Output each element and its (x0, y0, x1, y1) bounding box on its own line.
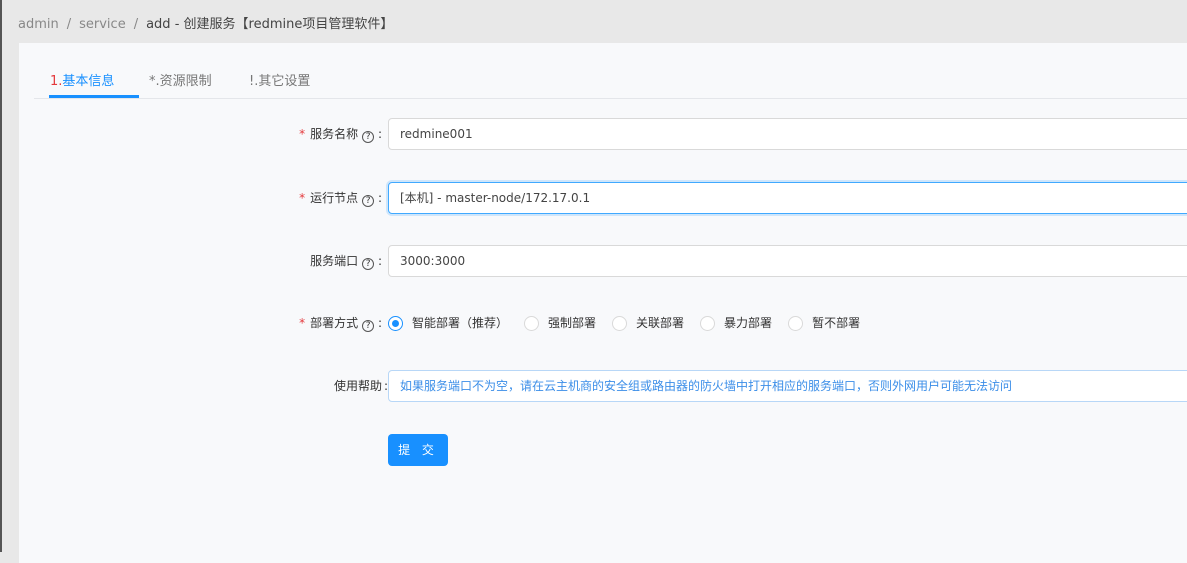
help-icon[interactable]: ? (362, 320, 375, 332)
radio-none[interactable]: 暂不部署 (788, 307, 860, 339)
radio-linked[interactable]: 关联部署 (612, 307, 684, 339)
help-icon[interactable]: ? (362, 195, 375, 207)
radio-brute[interactable]: 暴力部署 (700, 307, 772, 339)
node-select[interactable]: [本机] - master-node/172.17.0.1 (388, 182, 1187, 214)
tab-ink-bar (49, 95, 139, 98)
radio-smart[interactable]: 智能部署（推荐） (388, 307, 508, 339)
tab-resource-limits[interactable]: *.资源限制 (149, 70, 212, 89)
tab-bar: 1.基本信息 *.资源限制 !.其它设置 (34, 43, 1187, 99)
radio-force[interactable]: 强制部署 (524, 307, 596, 339)
breadcrumb-admin[interactable]: admin (18, 17, 59, 32)
port-input[interactable]: 3000:3000 (388, 245, 1187, 277)
service-name-input[interactable]: redmine001 (388, 118, 1187, 150)
breadcrumb-current: add - 创建服务【redmine项目管理软件】 (146, 17, 394, 32)
help-icon[interactable]: ? (362, 258, 375, 270)
main-card: 1.基本信息 *.资源限制 !.其它设置 * 服务名称? : redmine001… (19, 43, 1187, 563)
tab-other-settings[interactable]: !.其它设置 (249, 70, 310, 89)
help-icon[interactable]: ? (362, 131, 375, 143)
tab-basic-info[interactable]: 1.基本信息 (50, 70, 114, 89)
deploy-radio-group: 智能部署（推荐） 强制部署 关联部署 暴力部署 暂不部署 (388, 307, 876, 339)
breadcrumb: admin / service / add - 创建服务【redmine项目管理软件】 (18, 17, 394, 32)
help-text: 如果服务端口不为空，请在云主机商的安全组或路由器的防火墙中打开相应的服务端口，否… (388, 370, 1187, 402)
submit-button[interactable]: 提 交 (388, 434, 448, 466)
breadcrumb-service[interactable]: service (79, 17, 126, 32)
